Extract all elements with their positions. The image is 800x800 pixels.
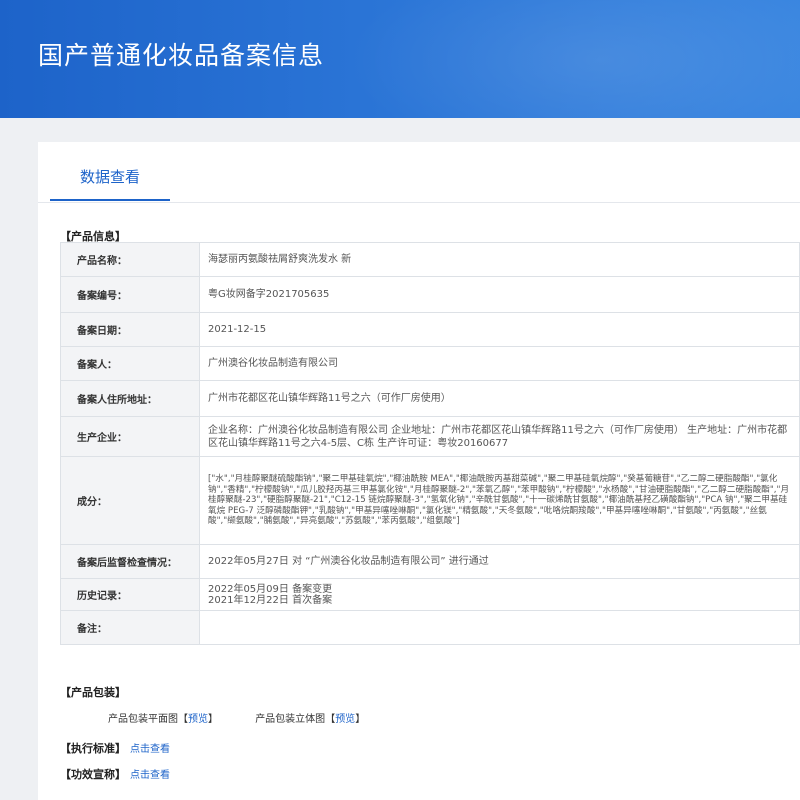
label-remarks: 备注： (60, 610, 200, 645)
claims-label: 【功效宣称】 (60, 768, 126, 781)
preview-3d-link[interactable]: 预览 (335, 714, 355, 725)
standard-view-link[interactable]: 点击查看 (130, 744, 170, 755)
claims-row: 【功效宣称】 点击查看 (60, 766, 170, 782)
value-product-name: 海瑟丽丙氨酸祛屑舒爽洗发水 新 (199, 242, 800, 277)
value-registrant-address: 广州市花都区花山镇华辉路11号之六（可作厂房使用） (199, 380, 800, 417)
packaging-3d-item: 产品包装立体图【预览】 (255, 710, 365, 725)
row-registrant-address: 备案人住所地址： 广州市花都区花山镇华辉路11号之六（可作厂房使用） (60, 380, 800, 417)
bracket-open: 【 (178, 714, 188, 725)
history-entry: 2021年12月22日 首次备案 (208, 594, 333, 606)
label-ingredients: 成分： (60, 456, 200, 545)
page-title: 国产普通化妆品备案信息 (38, 41, 325, 70)
label-record-number: 备案编号： (60, 276, 200, 313)
label-inspection: 备案后监督检查情况： (60, 544, 200, 579)
packaging-flat-label: 产品包装平面图 (108, 714, 178, 725)
row-history: 历史记录： 2022年05月09日 备案变更 2021年12月22日 首次备案 (60, 578, 800, 611)
row-inspection: 备案后监督检查情况： 2022年05月27日 对 “广州澳谷化妆品制造有限公司”… (60, 544, 800, 579)
claims-view-link[interactable]: 点击查看 (130, 770, 170, 781)
preview-flat-link[interactable]: 预览 (188, 714, 208, 725)
label-registrant-address: 备案人住所地址： (60, 380, 200, 417)
row-ingredients: 成分： ["水","月桂醇聚醚硫酸酯钠","聚二甲基硅氧烷","椰油酰胺 MEA… (60, 456, 800, 545)
standard-label: 【执行标准】 (60, 742, 126, 755)
standard-row: 【执行标准】 点击查看 (60, 740, 170, 756)
row-product-name: 产品名称： 海瑟丽丙氨酸祛屑舒爽洗发水 新 (60, 242, 800, 277)
value-manufacturer: 企业名称：广州澳谷化妆品制造有限公司 企业地址：广州市花都区花山镇华辉路11号之… (199, 416, 800, 457)
label-product-name: 产品名称： (60, 242, 200, 277)
tab-data-view[interactable]: 数据查看 (50, 142, 170, 201)
row-record-number: 备案编号： 粤G妆网备字2021705635 (60, 276, 800, 313)
value-registrant: 广州澳谷化妆品制造有限公司 (199, 346, 800, 381)
label-record-date: 备案日期： (60, 312, 200, 347)
value-inspection: 2022年05月27日 对 “广州澳谷化妆品制造有限公司” 进行通过 (199, 544, 800, 579)
bracket-open: 【 (325, 714, 336, 725)
content-panel: 数据查看 【产品信息】 产品名称： 海瑟丽丙氨酸祛屑舒爽洗发水 新 备案编号： … (38, 142, 800, 800)
packaging-section-title: 【产品包装】 (60, 686, 126, 699)
value-record-date: 2021-12-15 (199, 312, 800, 347)
history-entry: 2022年05月09日 备案变更 (208, 583, 333, 595)
row-remarks: 备注： (60, 610, 800, 645)
packaging-flat-item: 产品包装平面图【预览】 (108, 710, 218, 725)
product-info-table: 产品名称： 海瑟丽丙氨酸祛屑舒爽洗发水 新 备案编号： 粤G妆网备字202170… (60, 242, 800, 645)
value-ingredients: ["水","月桂醇聚醚硫酸酯钠","聚二甲基硅氧烷","椰油酰胺 MEA","椰… (199, 456, 800, 545)
value-history: 2022年05月09日 备案变更 2021年12月22日 首次备案 (199, 578, 800, 611)
bracket-close: 】 (355, 714, 366, 725)
value-remarks (199, 610, 800, 645)
header-banner: 国产普通化妆品备案信息 (0, 0, 800, 118)
label-history: 历史记录： (60, 578, 200, 611)
bracket-close: 】 (208, 714, 218, 725)
packaging-3d-label: 产品包装立体图 (255, 714, 326, 725)
row-registrant: 备案人： 广州澳谷化妆品制造有限公司 (60, 346, 800, 381)
packaging-row: 产品包装平面图【预览】 产品包装立体图【预览】 (108, 710, 399, 725)
row-record-date: 备案日期： 2021-12-15 (60, 312, 800, 347)
tab-bar: 数据查看 (38, 142, 800, 203)
value-record-number: 粤G妆网备字2021705635 (199, 276, 800, 313)
label-manufacturer: 生产企业： (60, 416, 200, 457)
row-manufacturer: 生产企业： 企业名称：广州澳谷化妆品制造有限公司 企业地址：广州市花都区花山镇华… (60, 416, 800, 457)
label-registrant: 备案人： (60, 346, 200, 381)
